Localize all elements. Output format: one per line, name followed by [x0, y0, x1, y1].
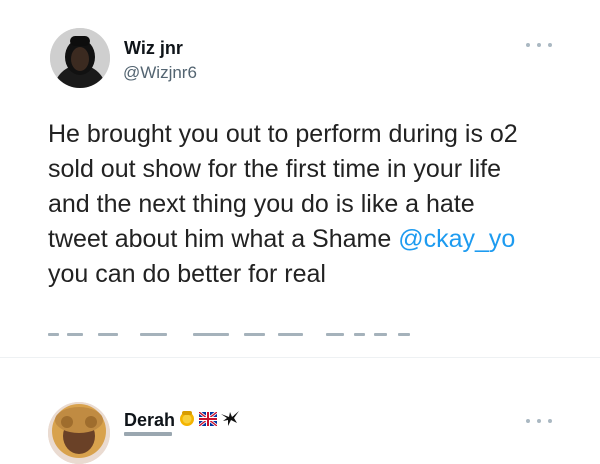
tweet-card: Wiz jnr @Wizjnr6 He brought you out to p… [0, 0, 600, 360]
timestamp-mark [326, 333, 344, 336]
tweet-divider [0, 357, 600, 358]
tweet-text-line-4: tweet about him what a Shame @ckay_yo [48, 222, 588, 257]
dot [526, 419, 530, 423]
mention-link[interactable]: @ckay_yo [398, 225, 515, 253]
gold-pot-emoji-icon [178, 409, 196, 432]
reply-author-name-row[interactable]: Derah [124, 409, 240, 432]
timestamp-mark [98, 333, 118, 336]
author-name[interactable]: Wiz jnr [124, 38, 183, 59]
eagle-emoji-icon [220, 409, 240, 432]
tweet-text-line-4-prefix: tweet about him what a Shame [48, 225, 399, 253]
author-avatar[interactable] [50, 28, 110, 88]
timestamp-mark [193, 333, 229, 336]
timestamp-mark [278, 333, 303, 336]
timestamp-mark [374, 333, 387, 336]
timestamp-mark [48, 333, 59, 336]
reply-author-name[interactable]: Derah [124, 410, 175, 431]
dot [526, 43, 530, 47]
tweet-text-line-1: He brought you out to perform during is … [48, 120, 518, 148]
tweet-text: He brought you out to perform during is … [48, 117, 588, 292]
tweet-text-line-2: sold out show for the first time in your… [48, 155, 501, 183]
timestamp-mark [140, 333, 167, 336]
reply-author-avatar[interactable] [48, 402, 110, 464]
author-avatar-image [50, 28, 110, 88]
reply-author-avatar-image [48, 402, 110, 464]
timestamp-mark [354, 333, 365, 336]
timestamp-mark [244, 333, 265, 336]
tweet-text-line-3: and the next thing you do is like a hate [48, 190, 475, 218]
dot [548, 419, 552, 423]
timestamp-mark [67, 333, 83, 336]
timestamp-fragment [48, 323, 448, 337]
more-dots-icon[interactable] [526, 40, 552, 50]
reply-handle-fragment [124, 432, 172, 436]
more-dots-icon[interactable] [526, 416, 552, 426]
uk-flag-emoji-icon [198, 410, 218, 431]
author-handle[interactable]: @Wizjnr6 [123, 63, 197, 83]
timestamp-mark [398, 333, 410, 336]
dot [537, 419, 541, 423]
tweet-text-line-5: you can do better for real [48, 260, 326, 288]
dot [537, 43, 541, 47]
dot [548, 43, 552, 47]
